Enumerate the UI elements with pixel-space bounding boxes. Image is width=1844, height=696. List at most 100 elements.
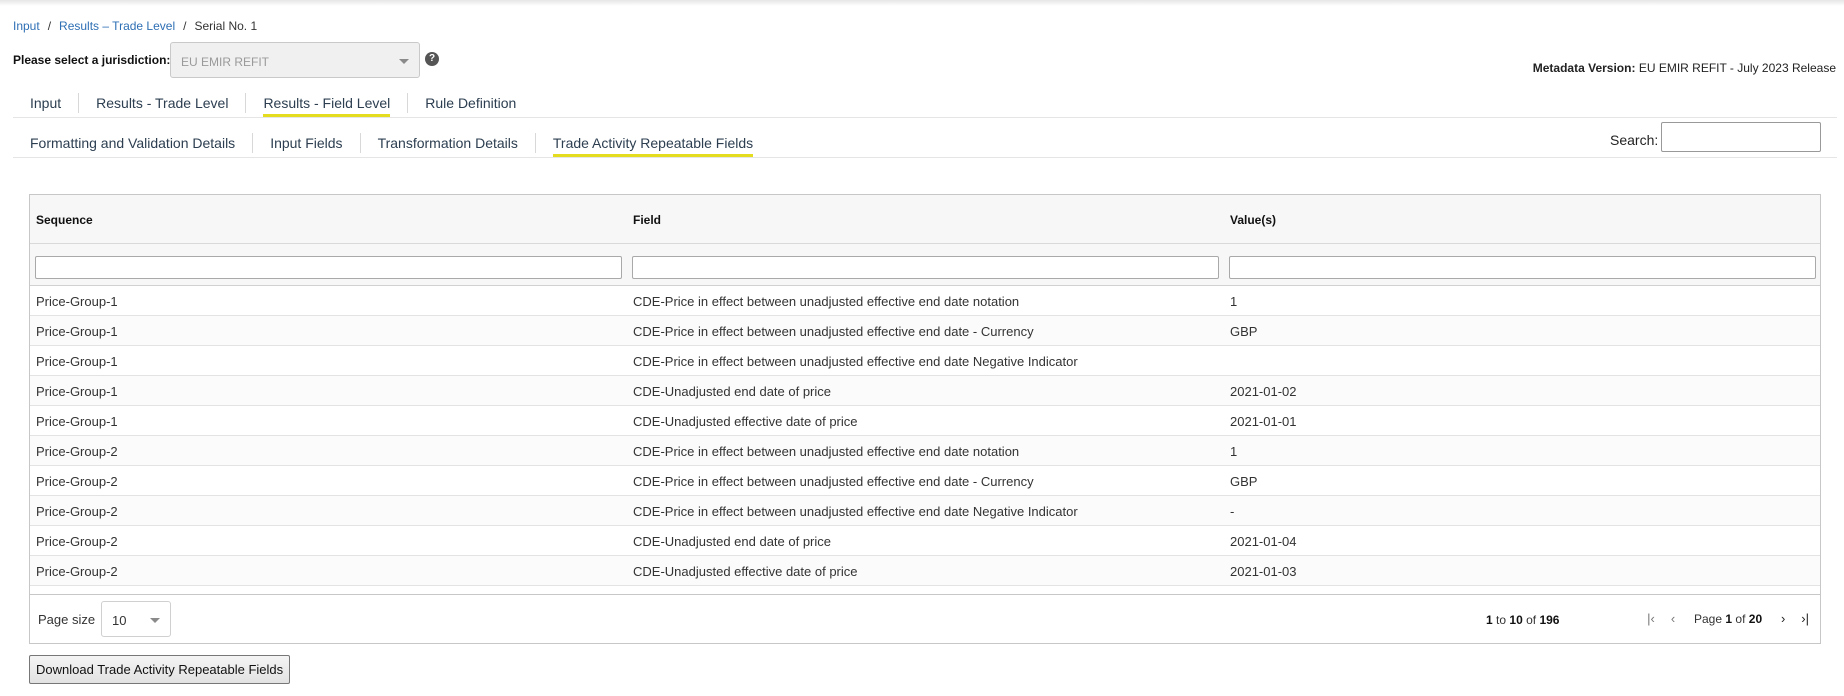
first-page-icon[interactable]: |‹ bbox=[1640, 608, 1662, 630]
grid-footer: Page size 10 1 to 10 of 196 |‹ ‹ Page 1 … bbox=[30, 594, 1820, 643]
page-indicator: Page 1 of 20 bbox=[1694, 612, 1762, 626]
page-size-value: 10 bbox=[112, 613, 127, 628]
breadcrumb-trade-level-link[interactable]: Results – Trade Level bbox=[59, 19, 175, 33]
tab-results-trade-level[interactable]: Results - Trade Level bbox=[79, 93, 247, 113]
download-button[interactable]: Download Trade Activity Repeatable Field… bbox=[29, 655, 291, 684]
table-row[interactable]: Price-Group-1 CDE-Unadjusted end date of … bbox=[30, 376, 1820, 406]
range-of-word: of bbox=[1526, 613, 1537, 627]
cell-field: CDE-Price in effect between unadjusted e… bbox=[633, 474, 1034, 489]
row-range-summary: 1 to 10 of 196 bbox=[1486, 613, 1559, 627]
grid-body: Price-Group-1 CDE-Price in effect between… bbox=[30, 286, 1820, 586]
column-header-values[interactable]: Value(s) bbox=[1230, 213, 1276, 227]
cell-field: CDE-Price in effect between unadjusted e… bbox=[633, 354, 1078, 369]
page-size-label: Page size bbox=[38, 612, 96, 627]
cell-sequence: Price-Group-2 bbox=[36, 474, 118, 489]
field-filter-input[interactable] bbox=[632, 256, 1219, 279]
cell-sequence: Price-Group-1 bbox=[36, 294, 118, 309]
table-row[interactable]: Price-Group-2 CDE-Price in effect between… bbox=[30, 466, 1820, 496]
page-of-word: of bbox=[1735, 612, 1746, 626]
cell-value: 2021-01-04 bbox=[1230, 534, 1297, 549]
jurisdiction-label: Please select a jurisdiction: bbox=[13, 53, 171, 67]
metadata-value: EU EMIR REFIT - July 2023 Release bbox=[1638, 61, 1836, 75]
range-to: 10 bbox=[1509, 613, 1523, 627]
subtabs-divider bbox=[13, 157, 1837, 158]
table-row[interactable]: Price-Group-2 CDE-Unadjusted end date of … bbox=[30, 526, 1820, 556]
column-header-sequence[interactable]: Sequence bbox=[36, 213, 93, 227]
cell-sequence: Price-Group-1 bbox=[36, 414, 118, 429]
tab-input-fields[interactable]: Input Fields bbox=[253, 133, 361, 153]
chevron-down-icon bbox=[150, 618, 160, 623]
cell-value: 2021-01-03 bbox=[1230, 564, 1297, 579]
range-total: 196 bbox=[1539, 613, 1560, 627]
page-size-select[interactable]: 10 bbox=[101, 601, 171, 637]
breadcrumb-separator: / bbox=[47, 19, 52, 33]
pager: |‹ ‹ Page 1 of 20 › ›| bbox=[1640, 607, 1816, 631]
search-input[interactable] bbox=[1661, 122, 1821, 152]
cell-field: CDE-Unadjusted end date of price bbox=[633, 534, 832, 549]
cell-sequence: Price-Group-2 bbox=[36, 444, 118, 459]
cell-field: CDE-Unadjusted effective date of price bbox=[633, 414, 858, 429]
range-to-word: to bbox=[1496, 613, 1507, 627]
cell-sequence: Price-Group-2 bbox=[36, 534, 118, 549]
cell-sequence: Price-Group-1 bbox=[36, 384, 118, 399]
metadata-version: Metadata Version: EU EMIR REFIT - July 2… bbox=[1533, 61, 1836, 75]
cell-value: 2021-01-02 bbox=[1230, 384, 1297, 399]
search-label: Search: bbox=[1610, 132, 1659, 148]
tab-transformation-details[interactable]: Transformation Details bbox=[361, 133, 536, 153]
table-row[interactable]: Price-Group-1 CDE-Price in effect between… bbox=[30, 316, 1820, 346]
table-row[interactable]: Price-Group-1 CDE-Price in effect between… bbox=[30, 346, 1820, 376]
prev-page-icon[interactable]: ‹ bbox=[1662, 608, 1684, 630]
grid-header: Sequence Field Value(s) bbox=[30, 195, 1820, 244]
data-grid: Sequence Field Value(s) Price-Group-1 CDE… bbox=[29, 194, 1821, 644]
cell-field: CDE-Unadjusted effective date of price bbox=[633, 564, 858, 579]
cell-value: - bbox=[1230, 504, 1235, 519]
top-shadow bbox=[0, 0, 1844, 6]
cell-value: 2021-01-01 bbox=[1230, 414, 1297, 429]
table-row[interactable]: Price-Group-2 CDE-Unadjusted effective da… bbox=[30, 556, 1820, 586]
breadcrumb-current: Serial No. 1 bbox=[194, 19, 258, 33]
total-pages: 20 bbox=[1748, 612, 1763, 626]
jurisdiction-select[interactable]: EU EMIR REFIT bbox=[170, 42, 420, 78]
breadcrumb: Input / Results – Trade Level / Serial N… bbox=[13, 19, 257, 33]
breadcrumb-input-link[interactable]: Input bbox=[13, 19, 40, 33]
cell-value: GBP bbox=[1230, 324, 1258, 339]
cell-value: 1 bbox=[1230, 444, 1238, 459]
chevron-down-icon bbox=[399, 59, 409, 64]
cell-field: CDE-Price in effect between unadjusted e… bbox=[633, 444, 1020, 459]
cell-value: 1 bbox=[1230, 294, 1238, 309]
table-row[interactable]: Price-Group-1 CDE-Unadjusted effective da… bbox=[30, 406, 1820, 436]
range-from: 1 bbox=[1486, 613, 1493, 627]
breadcrumb-separator: / bbox=[183, 19, 187, 33]
jurisdiction-selected-value: EU EMIR REFIT bbox=[181, 55, 270, 69]
tab-input[interactable]: Input bbox=[13, 93, 80, 113]
values-filter-input[interactable] bbox=[1229, 256, 1816, 279]
cell-field: CDE-Price in effect between unadjusted e… bbox=[633, 294, 1020, 309]
table-row[interactable]: Price-Group-1 CDE-Price in effect between… bbox=[30, 286, 1820, 316]
cell-value: GBP bbox=[1230, 474, 1258, 489]
sequence-filter-input[interactable] bbox=[35, 256, 622, 279]
tabs-divider bbox=[13, 117, 1837, 118]
metadata-label: Metadata Version: bbox=[1532, 61, 1636, 75]
cell-sequence: Price-Group-1 bbox=[36, 354, 118, 369]
filter-row bbox=[30, 244, 1820, 286]
cell-field: CDE-Price in effect between unadjusted e… bbox=[633, 324, 1034, 339]
next-page-icon[interactable]: › bbox=[1772, 608, 1794, 630]
tab-results-field-level[interactable]: Results - Field Level bbox=[246, 93, 409, 117]
main-tabs: Input Results - Trade Level Results - Fi… bbox=[13, 88, 533, 118]
tab-formatting-validation[interactable]: Formatting and Validation Details bbox=[13, 133, 254, 153]
cell-field: CDE-Unadjusted end date of price bbox=[633, 384, 832, 399]
table-row[interactable]: Price-Group-2 CDE-Price in effect between… bbox=[30, 436, 1820, 466]
current-page: 1 bbox=[1725, 612, 1733, 626]
tab-trade-activity-repeatable[interactable]: Trade Activity Repeatable Fields bbox=[536, 133, 770, 157]
cell-sequence: Price-Group-2 bbox=[36, 504, 118, 519]
tab-rule-definition[interactable]: Rule Definition bbox=[408, 93, 533, 113]
table-row[interactable]: Price-Group-2 CDE-Price in effect between… bbox=[30, 496, 1820, 526]
column-header-field[interactable]: Field bbox=[633, 213, 661, 227]
sub-tabs: Formatting and Validation Details Input … bbox=[13, 128, 770, 158]
last-page-icon[interactable]: ›| bbox=[1794, 608, 1816, 630]
cell-sequence: Price-Group-2 bbox=[36, 564, 118, 579]
cell-field: CDE-Price in effect between unadjusted e… bbox=[633, 504, 1078, 519]
page-word: Page bbox=[1694, 612, 1723, 626]
question-circle-icon[interactable]: ? bbox=[425, 52, 439, 66]
cell-sequence: Price-Group-1 bbox=[36, 324, 118, 339]
